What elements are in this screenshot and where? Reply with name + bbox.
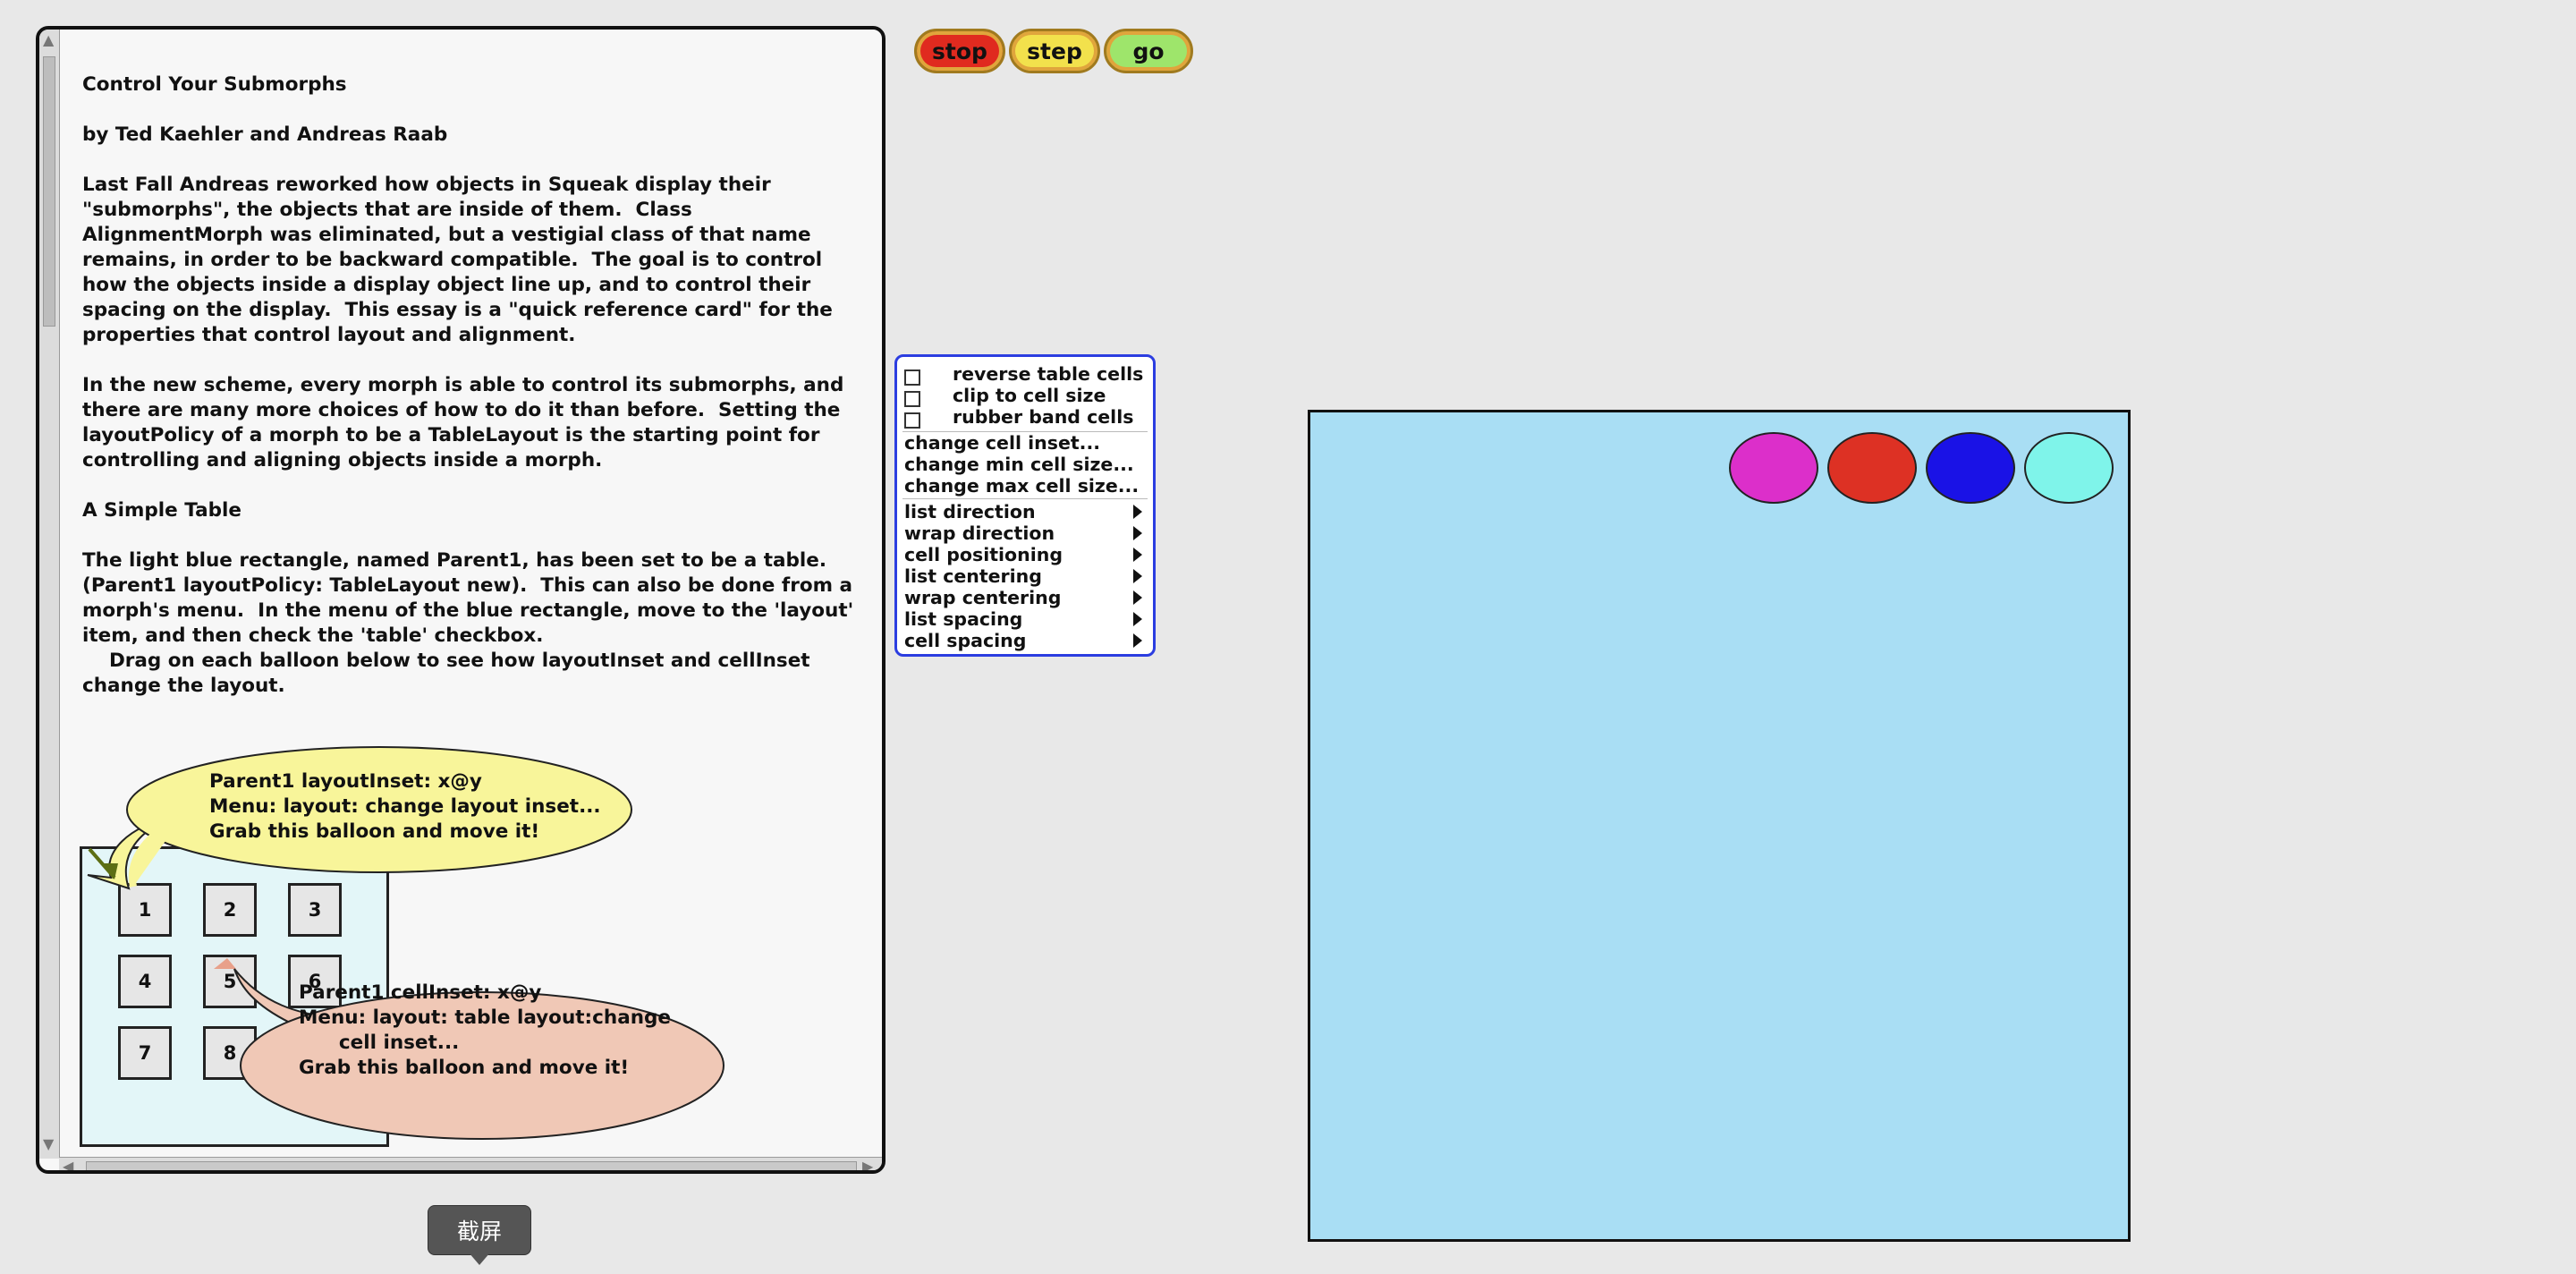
menu-item-reverse-table-cells[interactable]: reverse table cells xyxy=(953,363,1143,385)
vertical-scrollbar[interactable]: ▲ ▼ xyxy=(39,30,60,1159)
clip-to-cell-size-checkbox[interactable] xyxy=(904,391,920,407)
essay-byline: by Ted Kaehler and Andreas Raab xyxy=(82,123,448,146)
tooltip-pointer xyxy=(469,1253,490,1265)
table-cell[interactable]: 7 xyxy=(118,1026,172,1080)
menu-item-change-cell-inset[interactable]: change cell inset... xyxy=(904,432,1100,454)
stop-button[interactable]: stop xyxy=(914,29,1005,73)
horizontal-scroll-thumb[interactable] xyxy=(86,1161,857,1170)
essay-paragraph: Drag on each balloon below to see how la… xyxy=(82,650,818,697)
essay-paragraph: In the new scheme, every morph is able t… xyxy=(82,374,851,471)
essay-paragraph: Last Fall Andreas reworked how objects i… xyxy=(82,174,840,346)
blue-ellipse[interactable] xyxy=(1926,432,2015,504)
red-ellipse[interactable] xyxy=(1827,432,1917,504)
scroll-down-icon[interactable]: ▼ xyxy=(43,1137,54,1151)
menu-item-wrap-centering[interactable]: wrap centering xyxy=(904,587,1061,608)
essay-text[interactable]: Control Your Submorphs by Ted Kaehler an… xyxy=(82,72,869,699)
submenu-arrow-icon xyxy=(1133,526,1142,540)
layout-menu[interactable]: reverse table cells clip to cell size ru… xyxy=(894,354,1156,657)
section-heading: A Simple Table xyxy=(82,499,242,522)
menu-separator xyxy=(902,498,1148,499)
cell-inset-balloon[interactable]: Parent1 cellInset: x@y Menu: layout: tab… xyxy=(299,981,671,1081)
scroll-up-icon[interactable]: ▲ xyxy=(43,33,54,47)
reverse-table-cells-checkbox[interactable] xyxy=(904,369,920,386)
go-button[interactable]: go xyxy=(1104,29,1193,73)
submenu-arrow-icon xyxy=(1133,590,1142,605)
cyan-ellipse[interactable] xyxy=(2024,432,2114,504)
horizontal-scrollbar[interactable]: ◀ ▶ xyxy=(59,1157,882,1171)
magenta-ellipse[interactable] xyxy=(1729,432,1818,504)
submenu-arrow-icon xyxy=(1133,569,1142,583)
menu-item-list-direction[interactable]: list direction xyxy=(904,501,1036,522)
layout-inset-balloon[interactable]: Parent1 layoutInset: x@y Menu: layout: c… xyxy=(209,769,601,845)
submenu-arrow-icon xyxy=(1133,633,1142,648)
scroll-right-icon[interactable]: ▶ xyxy=(862,1159,873,1171)
screenshot-tooltip: 截屏 xyxy=(428,1205,531,1255)
table-cell[interactable]: 4 xyxy=(118,955,172,1008)
menu-item-clip-to-cell-size[interactable]: clip to cell size xyxy=(953,385,1106,406)
step-button[interactable]: step xyxy=(1009,29,1100,73)
parent1-table-morph[interactable] xyxy=(1308,410,2131,1242)
menu-item-cell-spacing[interactable]: cell spacing xyxy=(904,630,1026,651)
menu-item-change-max-cell-size[interactable]: change max cell size... xyxy=(904,475,1139,497)
scroll-left-icon[interactable]: ◀ xyxy=(63,1159,73,1171)
rubber-band-cells-checkbox[interactable] xyxy=(904,412,920,429)
menu-item-rubber-band-cells[interactable]: rubber band cells xyxy=(953,406,1133,428)
essay-paragraph: The light blue rectangle, named Parent1,… xyxy=(82,549,860,647)
menu-item-change-min-cell-size[interactable]: change min cell size... xyxy=(904,454,1134,475)
submenu-arrow-icon xyxy=(1133,612,1142,626)
submenu-arrow-icon xyxy=(1133,505,1142,519)
vertical-scroll-thumb[interactable] xyxy=(43,56,55,327)
menu-item-wrap-direction[interactable]: wrap direction xyxy=(904,522,1055,544)
menu-item-list-spacing[interactable]: list spacing xyxy=(904,608,1022,630)
essay-title: Control Your Submorphs xyxy=(82,73,347,96)
essay-window[interactable]: ▲ ▼ ◀ ▶ Control Your Submorphs by Ted Ka… xyxy=(36,26,886,1174)
menu-item-cell-positioning[interactable]: cell positioning xyxy=(904,544,1063,565)
menu-item-list-centering[interactable]: list centering xyxy=(904,565,1042,587)
submenu-arrow-icon xyxy=(1133,548,1142,562)
